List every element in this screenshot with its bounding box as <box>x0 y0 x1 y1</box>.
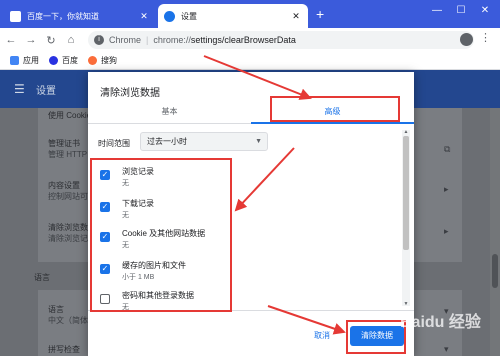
chevron-right-icon[interactable]: ▸ <box>444 184 449 195</box>
row-title: 语言 <box>48 305 64 314</box>
row-title: 管理证书 <box>48 139 80 148</box>
row-subtitle: 控制网站可 <box>48 192 88 201</box>
highlight-advanced-tab <box>270 96 400 122</box>
scheme-label: Chrome <box>109 35 142 45</box>
site-info-icon[interactable]: i <box>94 35 104 45</box>
dialog-scrollbar[interactable]: ▲ ▼ <box>402 129 410 307</box>
settings-row-language[interactable]: 语言 中文（简体 <box>48 304 88 326</box>
scroll-down-arrow-icon[interactable]: ▼ <box>402 301 410 307</box>
url-host: chrome:// <box>153 35 191 45</box>
hamburger-menu-icon[interactable]: ☰ <box>14 82 25 96</box>
row-title: 拼写检查 <box>48 345 80 354</box>
close-icon[interactable]: ✕ <box>138 11 150 22</box>
bookmarks-bar: 应用 百度 搜狗 <box>0 52 500 70</box>
highlight-options-box <box>90 158 232 312</box>
time-range-select[interactable]: 过去一小时 ▼ <box>140 132 268 151</box>
tab-settings[interactable]: 设置 ✕ <box>158 4 308 28</box>
dialog-title: 清除浏览数据 <box>100 88 160 99</box>
row-title: 清除浏览数 <box>48 223 88 232</box>
tab-title: 设置 <box>181 11 197 21</box>
tab-strip: 百度一下，你就知道 ✕ 设置 ✕ + — ☐ ✕ <box>0 0 500 28</box>
external-link-icon[interactable]: ⧉ <box>444 144 450 155</box>
settings-title: 设置 <box>36 86 56 97</box>
window-close-icon[interactable]: ✕ <box>472 5 498 16</box>
address-bar[interactable]: i Chrome | chrome:// settings/clearBrows… <box>88 31 474 49</box>
settings-row-spellcheck[interactable]: 拼写检查 <box>48 344 80 355</box>
more-menu-icon[interactable]: ⋮ <box>480 31 491 44</box>
omnibox-separator: | <box>146 35 149 45</box>
dialog-scrollbar-thumb[interactable] <box>403 136 409 250</box>
watermark: Baidu 经验 <box>400 314 481 331</box>
baidu-paw-icon <box>49 56 58 65</box>
language-section-title: 语言 <box>34 273 50 282</box>
bookmark-apps[interactable]: 应用 <box>10 55 39 66</box>
close-icon[interactable]: ✕ <box>290 11 302 22</box>
browser-toolbar: ← → ↻ ⌂ i Chrome | chrome:// settings/cl… <box>0 28 500 52</box>
bookmark-label: 应用 <box>23 56 39 65</box>
time-range-label: 时间范围 <box>98 139 130 148</box>
baidu-favicon-icon <box>10 10 21 22</box>
bookmark-label: 搜狗 <box>101 56 117 65</box>
row-subtitle: 中文（简体 <box>48 316 88 325</box>
row-subtitle: 清除浏览记 <box>48 234 88 243</box>
bookmark-baidu[interactable]: 百度 <box>49 55 78 66</box>
tab-title: 百度一下，你就知道 <box>27 11 99 21</box>
sogou-icon <box>88 56 97 65</box>
url-path: settings/clearBrowserData <box>190 35 296 45</box>
bookmark-sogou[interactable]: 搜狗 <box>88 55 117 66</box>
scrollbar-thumb[interactable] <box>492 254 498 288</box>
apps-grid-icon <box>10 56 19 65</box>
settings-row-cookie[interactable]: 使用 Cookie <box>48 110 91 121</box>
settings-row-certificates[interactable]: 管理证书 管理 HTTP <box>48 138 87 160</box>
highlight-clear-button <box>346 320 406 354</box>
reload-icon[interactable]: ↻ <box>42 34 60 47</box>
row-title: 内容设置 <box>48 181 80 190</box>
new-tab-plus-icon[interactable]: + <box>316 7 324 21</box>
settings-row-clear-data[interactable]: 清除浏览数 清除浏览记 <box>48 222 88 244</box>
home-icon[interactable]: ⌂ <box>62 34 80 46</box>
forward-arrow-icon[interactable]: → <box>22 34 40 46</box>
bookmark-label: 百度 <box>62 56 78 65</box>
dropdown-caret-icon: ▼ <box>255 138 262 145</box>
chevron-right-icon[interactable]: ▸ <box>444 226 449 237</box>
settings-row-content[interactable]: 内容设置 控制网站可 <box>48 180 88 202</box>
profile-avatar-icon[interactable] <box>460 33 473 46</box>
minimize-icon[interactable]: — <box>424 5 450 16</box>
chevron-down-icon[interactable]: ▾ <box>444 344 449 355</box>
row-title: 使用 Cookie <box>48 111 92 120</box>
maximize-icon[interactable]: ☐ <box>448 5 474 16</box>
page-scrollbar[interactable] <box>490 108 500 356</box>
cancel-button[interactable]: 取消 <box>296 326 348 346</box>
scroll-up-arrow-icon[interactable]: ▲ <box>402 129 410 135</box>
settings-gear-favicon-icon <box>164 10 175 22</box>
tab-baidu[interactable]: 百度一下，你就知道 ✕ <box>4 4 156 28</box>
time-range-value: 过去一小时 <box>147 137 187 146</box>
back-arrow-icon[interactable]: ← <box>2 34 20 46</box>
tab-basic[interactable]: 基本 <box>88 102 251 124</box>
row-subtitle: 管理 HTTP <box>48 150 88 159</box>
